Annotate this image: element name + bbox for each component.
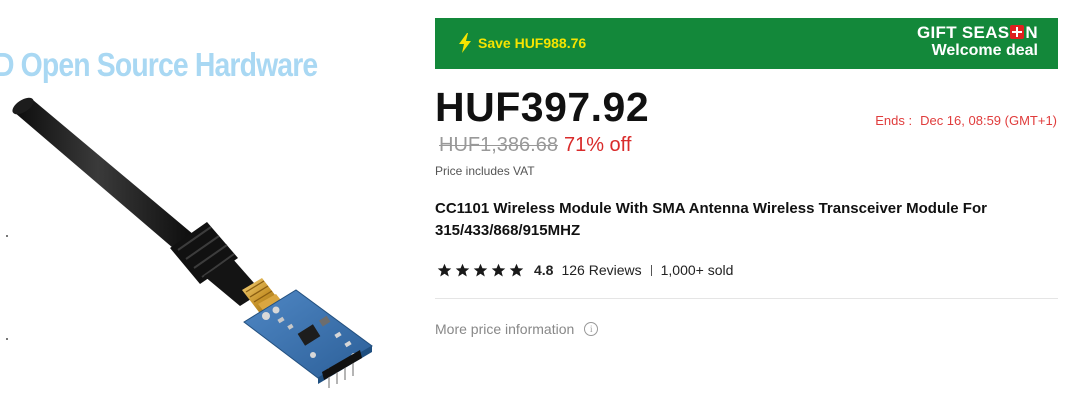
rating-value: 4.8 xyxy=(534,262,554,278)
star-icon xyxy=(509,263,524,276)
sold-count: 1,000+ sold xyxy=(660,262,734,278)
discount-badge: 71% off xyxy=(563,134,632,156)
star-icon xyxy=(473,263,488,276)
gift-season-text: GIFT SEAS xyxy=(916,23,1010,42)
deal-ends-timer: Ends : Dec 16, 08:59 (GMT+1) xyxy=(875,113,1057,128)
ends-label: Ends : xyxy=(875,113,913,128)
star-icon xyxy=(491,263,506,276)
product-title: CC1101 Wireless Module With SMA Antenna … xyxy=(435,200,987,239)
gift-season-badge: GIFT SEAS N Welcome deal xyxy=(917,24,1038,60)
gift-plus-icon xyxy=(1010,25,1025,39)
lightning-icon xyxy=(459,33,471,53)
more-price-info[interactable]: More price information i xyxy=(435,321,599,337)
star-icon xyxy=(437,263,452,276)
star-icon xyxy=(455,263,470,276)
original-price: HUF1,386.68 xyxy=(439,134,558,156)
ends-value: Dec 16, 08:59 (GMT+1) xyxy=(920,113,1057,128)
welcome-deal-text: Welcome deal xyxy=(931,42,1038,59)
more-price-info-label: More price information xyxy=(435,321,575,337)
current-price: HUF397.92 xyxy=(435,84,650,130)
rating-row[interactable]: 4.8 126 Reviews 1,000+ sold xyxy=(437,260,733,280)
reviews-link[interactable]: 126 Reviews xyxy=(561,262,641,278)
save-amount: Save HUF988.76 xyxy=(478,35,587,51)
divider-bar xyxy=(650,264,652,276)
original-price-row: HUF1,386.68 71% off xyxy=(439,134,631,157)
gift-season-title: GIFT SEAS N xyxy=(917,24,1038,42)
product-image[interactable]: D Open Source Hardware xyxy=(0,0,420,401)
antenna-module-illustration xyxy=(12,97,373,388)
section-divider xyxy=(435,298,1058,299)
info-icon[interactable]: i xyxy=(584,322,599,336)
vat-note: Price includes VAT xyxy=(435,164,535,178)
gift-season-text-end: N xyxy=(1025,23,1038,42)
deal-banner[interactable]: Save HUF988.76 GIFT SEAS N Welcome deal xyxy=(435,18,1058,69)
star-rating xyxy=(437,263,524,278)
